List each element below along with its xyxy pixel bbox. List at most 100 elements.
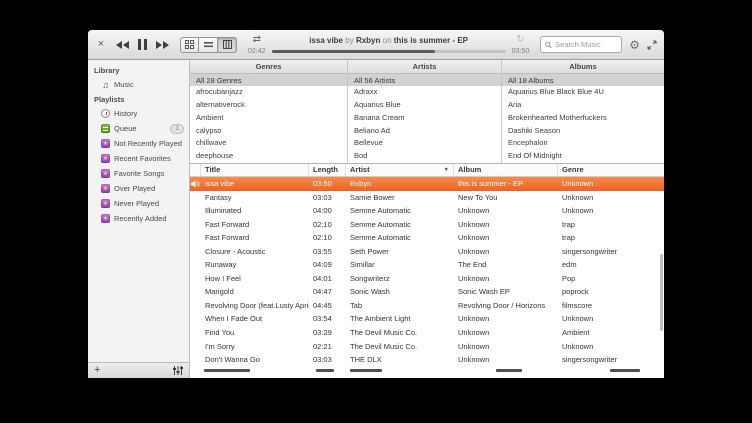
album-item[interactable]: Dashiki Season (502, 125, 664, 138)
transport-controls (116, 39, 169, 50)
genre-item[interactable]: Ambient (190, 112, 347, 125)
music-note-icon (101, 80, 110, 89)
content-area: Library Music Playlists History (88, 60, 664, 378)
repeat-icon: ↻ (516, 35, 524, 45)
genres-column-header[interactable]: Genres (190, 60, 347, 74)
sidebar-playlist-item[interactable]: Never Played (88, 196, 189, 211)
sidebar-playlist-item[interactable]: Not Recently Played (88, 136, 189, 151)
shuffle-button[interactable]: ⇄ (248, 35, 266, 45)
table-row[interactable]: Illuminated 04:00 Semme Automatic Unknow… (190, 204, 664, 218)
title-column-header[interactable]: Title (201, 164, 309, 176)
fullscreen-button[interactable] (647, 40, 657, 50)
artist-item[interactable]: Aquarius Blue (348, 99, 501, 112)
seek-slider[interactable] (272, 50, 506, 53)
cell-length: 03:03 (309, 191, 346, 205)
repeat-button[interactable]: ↻ (512, 35, 530, 45)
album-column-header[interactable]: Album (454, 164, 558, 176)
column-view-button[interactable] (218, 37, 237, 53)
sidebar-playlist-item[interactable]: Recent Favorites (88, 151, 189, 166)
table-row[interactable]: Don't Wanna Go 03:03 THE DLX Unknown sin… (190, 353, 664, 367)
sidebar-playlist-item[interactable]: Queue 1 (88, 121, 189, 136)
artists-column: Artists All 56 Artists AdraxxAquarius Bl… (348, 60, 502, 163)
artist-item[interactable]: Banana Cream (348, 112, 501, 125)
next-button[interactable] (156, 41, 169, 49)
all-albums-row[interactable]: All 18 Albums (502, 74, 664, 86)
genre-item[interactable]: alternativerock (190, 99, 347, 112)
sidebar-playlist-item[interactable]: Over Played (88, 181, 189, 196)
table-row[interactable]: Marigold 04:47 Sonic Wash Sonic Wash EP … (190, 285, 664, 299)
table-row[interactable]: Fantasy 03:03 Samie Bower New To You Unk… (190, 191, 664, 205)
cell-title: I'm Sorry (201, 340, 309, 354)
cell-album: Unknown (454, 204, 558, 218)
artist-column-header[interactable]: Artist▼ (346, 164, 454, 176)
table-row[interactable]: Closure - Acoustic 03:55 Seth Power Unkn… (190, 245, 664, 259)
sidebar: Library Music Playlists History (88, 60, 190, 378)
shuffle-icon: ⇄ (253, 35, 261, 45)
all-artists-row[interactable]: All 56 Artists (348, 74, 501, 86)
table-row[interactable]: Runaway 04:09 Simillar The End edm (190, 258, 664, 272)
cell-artist: Simillar (346, 258, 454, 272)
playlist-icon (101, 214, 110, 223)
cell-title: issa vibe (201, 177, 309, 191)
genre-item[interactable]: chillwave (190, 137, 347, 150)
add-playlist-button[interactable]: + (94, 365, 100, 376)
expand-icon (647, 40, 657, 50)
grid-view-button[interactable] (180, 37, 199, 53)
sidebar-playlist-item[interactable]: History (88, 106, 189, 121)
artist-item[interactable]: Beliano Ad (348, 125, 501, 138)
clipped-table-row (190, 367, 664, 375)
cell-length: 04:45 (309, 299, 346, 313)
cell-album: Unknown (454, 245, 558, 259)
table-row[interactable]: How I Feel 04:01 Songwriterz Unknown Pop (190, 272, 664, 286)
artists-list: AdraxxAquarius BlueBanana CreamBeliano A… (348, 86, 501, 163)
album-item[interactable]: Aria (502, 99, 664, 112)
table-scrollbar[interactable] (660, 254, 663, 331)
artists-column-header[interactable]: Artists (348, 60, 501, 74)
equalizer-button[interactable] (173, 366, 183, 375)
table-row[interactable]: Fast Forward 02:10 Semme Automatic Unkno… (190, 218, 664, 232)
playlist-icon (101, 109, 110, 118)
genre-item[interactable]: afrocubanjazz (190, 86, 347, 99)
table-row[interactable]: Revolving Door (feat.Lusty Apricot 04:45… (190, 299, 664, 313)
cell-album: Unknown (454, 272, 558, 286)
close-button[interactable]: × (95, 39, 107, 50)
cell-title: Revolving Door (feat.Lusty Apricot (201, 299, 309, 313)
search-input[interactable] (555, 40, 617, 49)
table-row[interactable]: Fast Forward 02:10 Semme Automatic Unkno… (190, 231, 664, 245)
cell-length: 03:55 (309, 245, 346, 259)
table-row[interactable]: Find You 03:29 The Devil Music Co. Unkno… (190, 326, 664, 340)
cell-artist: Seth Power (346, 245, 454, 259)
albums-column-header[interactable]: Albums (502, 60, 664, 74)
settings-menu-button[interactable]: ⚙ (629, 39, 640, 51)
cell-title: Find You (201, 326, 309, 340)
table-row[interactable]: issa vibe 03:50 Rxbyn this is summer - E… (190, 177, 664, 191)
genre-item[interactable]: calypso (190, 125, 347, 138)
length-column-header[interactable]: Length (309, 164, 346, 176)
cell-artist: THE DLX (346, 353, 454, 367)
album-item[interactable]: Encephalon (502, 137, 664, 150)
album-item[interactable]: End Of Midnight (502, 150, 664, 163)
sidebar-playlist-item[interactable]: Favorite Songs (88, 166, 189, 181)
all-genres-row[interactable]: All 28 Genres (190, 74, 347, 86)
table-row[interactable]: When I Fade Out 03:54 The Ambient Light … (190, 312, 664, 326)
previous-button[interactable] (116, 41, 129, 49)
elapsed-time: 02:42 (248, 48, 266, 55)
artist-item[interactable]: Bod (348, 150, 501, 163)
table-row[interactable]: I'm Sorry 02:21 The Devil Music Co. Unkn… (190, 340, 664, 354)
cell-title: Runaway (201, 258, 309, 272)
cell-album: Revolving Door / Horizons (454, 299, 558, 313)
artist-item[interactable]: Bellevue (348, 137, 501, 150)
album-item[interactable]: Aquarius Blue Black Blue 4U (502, 86, 664, 99)
albums-list: Aquarius Blue Black Blue 4UAriaBrokenhea… (502, 86, 664, 163)
genre-column-header[interactable]: Genre (558, 164, 664, 176)
pause-button[interactable] (138, 39, 147, 50)
cell-album: Unknown (454, 312, 558, 326)
sidebar-playlist-item[interactable]: Recently Added (88, 211, 189, 226)
artist-item[interactable]: Adraxx (348, 86, 501, 99)
column-view-icon (223, 40, 232, 49)
list-view-button[interactable] (199, 37, 218, 53)
genre-item[interactable]: deephouse (190, 150, 347, 163)
sidebar-item-music[interactable]: Music (88, 77, 189, 92)
desktop-background: × ⇄ issa vibe by Rxbyn on this i (0, 0, 752, 423)
album-item[interactable]: Brokenhearted Motherfuckers (502, 112, 664, 125)
